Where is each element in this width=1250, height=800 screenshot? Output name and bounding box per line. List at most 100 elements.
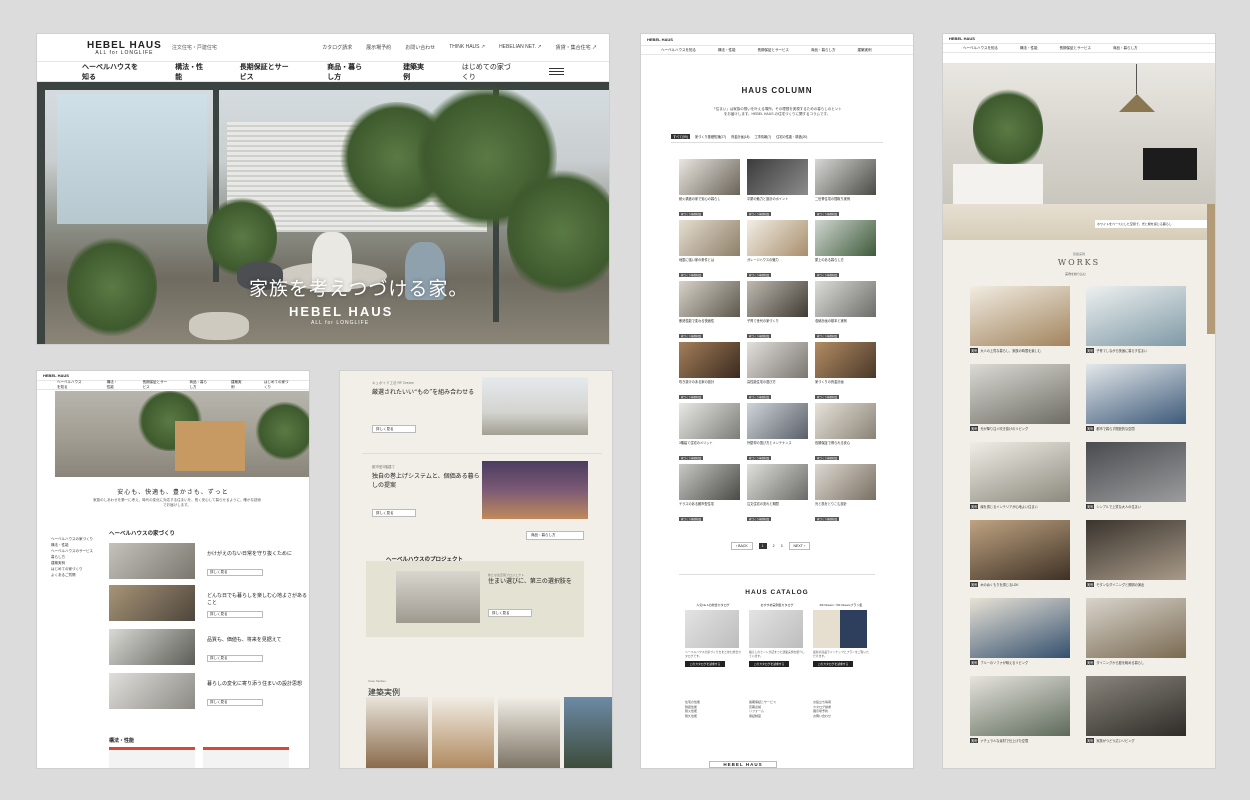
feature-button[interactable]: 詳しく見る bbox=[207, 655, 263, 662]
works-image[interactable] bbox=[432, 697, 494, 768]
side-tab[interactable] bbox=[1207, 204, 1215, 334]
footer-logo[interactable]: HEBEL HAUS bbox=[709, 761, 777, 768]
footer-link[interactable]: お問い合わせ bbox=[813, 714, 873, 719]
catalog-request-button[interactable]: このカタログを請求する bbox=[685, 661, 725, 667]
works-filter[interactable]: 実例を絞り込む bbox=[1065, 272, 1086, 276]
pager-page[interactable]: 1 bbox=[758, 543, 767, 549]
works-card[interactable]: 実例 ナチュラルな素材で仕上げた空間 bbox=[970, 676, 1070, 752]
nav-item[interactable]: ヘーベルハウスを知る bbox=[57, 380, 85, 390]
pager-back[interactable]: ‹ BACK bbox=[731, 542, 753, 550]
utility-link[interactable]: カタログ請求 bbox=[322, 44, 352, 51]
column-card[interactable]: 収納計画の基本と実例 家づくり基礎知識 bbox=[815, 281, 876, 338]
pager-next[interactable]: NEXT › bbox=[788, 542, 810, 550]
works-card[interactable]: 実例 ブルーのソファが映えるリビング bbox=[970, 598, 1070, 674]
nav-item[interactable]: 商品・暮らし方 bbox=[811, 48, 836, 53]
catalog-request-button[interactable]: このカタログを請求する bbox=[749, 661, 789, 667]
product-block: 都市型3階建て 独自の巻上げシステムと、個価ある暮らしの提案 詳しく見る bbox=[362, 455, 602, 527]
mini-logo[interactable]: HEBEL HAUS bbox=[949, 36, 975, 41]
works-card[interactable]: 実例 ダイニングから庭を眺める暮らし bbox=[1086, 598, 1186, 674]
nav-item[interactable]: 長期保証とサービス bbox=[240, 62, 291, 82]
column-card[interactable]: 屋上のある暮らし方 家づくり基礎知識 bbox=[815, 220, 876, 277]
tab-item[interactable]: 工事情報(7) bbox=[754, 134, 771, 139]
feature-card[interactable]: かけがえのない日常を守り抜くために 詳しく見る bbox=[109, 543, 309, 579]
column-card[interactable]: 高性能住宅の選び方 家づくり基礎知識 bbox=[747, 342, 808, 399]
nav-item[interactable]: ヘーベルハウスを知る bbox=[82, 62, 139, 82]
nav-item[interactable]: 構法・性能 bbox=[175, 62, 204, 82]
column-card[interactable]: 耐火構造の家で安心の暮らし 家づくり基礎知識 bbox=[679, 159, 740, 216]
column-card[interactable]: 断熱性能で変わる快適性 家づくり基礎知識 bbox=[679, 281, 740, 338]
works-image[interactable] bbox=[366, 697, 428, 768]
nav-item[interactable]: 建築実例 bbox=[858, 48, 872, 53]
feature-button[interactable]: 詳しく見る bbox=[207, 699, 263, 706]
catalog-request-button[interactable]: このカタログを請求する bbox=[813, 661, 853, 667]
column-card[interactable]: 平屋の魅力と設計のポイント 家づくり基礎知識 bbox=[747, 159, 808, 216]
column-card[interactable]: 長期保証で得られる安心 家づくり基礎知識 bbox=[815, 403, 876, 460]
nav-item[interactable]: 長期保証とサービス bbox=[758, 48, 790, 53]
works-card[interactable]: 実例 家族がつどう広いリビング bbox=[1086, 676, 1186, 752]
column-card[interactable]: 二世帯住宅の間取り実例 家づくり基礎知識 bbox=[815, 159, 876, 216]
works-card[interactable]: 実例 木のぬくもりを感じるLDK bbox=[970, 520, 1070, 596]
nav-item[interactable]: 長期保証とサービス bbox=[1060, 46, 1092, 51]
feature-button[interactable]: 詳しく見る bbox=[207, 611, 263, 618]
nav-item[interactable]: 長期保証とサービス bbox=[143, 380, 168, 390]
utility-link[interactable]: HEBELIAN NET. ↗ bbox=[499, 44, 542, 51]
nav-item[interactable]: 商品・暮らし方 bbox=[327, 62, 367, 82]
column-card[interactable]: 地震に強い家の条件とは 家づくり基礎知識 bbox=[679, 220, 740, 277]
products-more-button[interactable]: 商品・暮らし方 bbox=[526, 531, 584, 540]
column-card[interactable]: 吹き抜けのある家の設計 家づくり基礎知識 bbox=[679, 342, 740, 399]
works-card[interactable]: 実例 子育てしながら快適に暮らす住まい bbox=[1086, 286, 1186, 362]
nav-item[interactable]: 構法・性能 bbox=[107, 380, 121, 390]
works-image[interactable] bbox=[564, 697, 612, 768]
nav-item[interactable]: 建築実例 bbox=[403, 62, 426, 82]
works-card[interactable]: 実例 光が降り注ぐ吹き抜けのリビング bbox=[970, 364, 1070, 440]
feature-card[interactable]: どんな日でも暮らしを楽しむ心地よさがあること 詳しく見る bbox=[109, 585, 309, 621]
nav-item[interactable]: 商品・暮らし方 bbox=[1113, 46, 1138, 51]
tab-item[interactable]: 資金計画(18) bbox=[731, 134, 749, 139]
utility-link[interactable]: 賃貸・集合住宅 ↗ bbox=[556, 44, 597, 51]
pager-page[interactable]: 2 bbox=[773, 544, 775, 548]
column-card[interactable]: 子育て世代の家づくり 家づくり基礎知識 bbox=[747, 281, 808, 338]
column-card[interactable]: 外壁材の選び方とメンテナンス 家づくり基礎知識 bbox=[747, 403, 808, 460]
works-image[interactable] bbox=[498, 697, 560, 768]
works-card[interactable]: 実例 シンプルで上質な大人の住まい bbox=[1086, 442, 1186, 518]
works-card[interactable]: 実例 都市で暮らす開放的な空間 bbox=[1086, 364, 1186, 440]
tab-all[interactable]: すべて(99) bbox=[671, 134, 690, 139]
footer-link[interactable]: 耐久性能 bbox=[685, 714, 745, 719]
nav-item[interactable]: ヘーベルハウスを知る bbox=[661, 48, 696, 53]
nav-item[interactable]: 構法・性能 bbox=[718, 48, 736, 53]
product-button[interactable]: 詳しく見る bbox=[372, 425, 416, 433]
utility-link[interactable]: 展示場予約 bbox=[366, 44, 391, 51]
column-card[interactable]: テラスのある都市型住宅 家づくり基礎知識 bbox=[679, 464, 740, 521]
side-link[interactable]: よくあるご質問 bbox=[51, 572, 101, 578]
nav-item[interactable]: はじめての家づくり bbox=[462, 62, 513, 82]
feature-image bbox=[109, 585, 195, 621]
nav-item[interactable]: 商品・暮らし方 bbox=[190, 380, 209, 390]
feature-card[interactable]: 暮らしの変化に寄り添う住まいの設計思想 詳しく見る bbox=[109, 673, 309, 709]
column-card[interactable]: ガレージハウスの魅力 家づくり基礎知識 bbox=[747, 220, 808, 277]
column-card[interactable]: 家づくりの資金計画 家づくり基礎知識 bbox=[815, 342, 876, 399]
utility-link[interactable]: THINK HAUS ↗ bbox=[449, 44, 485, 51]
tab-item[interactable]: 家づくり基礎知識(27) bbox=[695, 134, 726, 139]
footer-link[interactable]: 保証制度 bbox=[749, 714, 809, 719]
menu-icon[interactable] bbox=[549, 68, 564, 75]
works-card[interactable]: 実例 モダンなダイニングと照明の演出 bbox=[1086, 520, 1186, 596]
works-card[interactable]: 実例 緑を感じるインテリアが心地よい住まい bbox=[970, 442, 1070, 518]
tab-item[interactable]: 住宅の性能・構造(20) bbox=[776, 134, 807, 139]
product-button[interactable]: 詳しく見る bbox=[372, 509, 416, 517]
column-card[interactable]: 注文住宅の流れと期間 家づくり基礎知識 bbox=[747, 464, 808, 521]
nav-item[interactable]: 構法・性能 bbox=[1020, 46, 1038, 51]
pager-page[interactable]: 3 bbox=[781, 544, 783, 548]
mini-logo[interactable]: HEBEL HAUS bbox=[647, 37, 673, 42]
works-card[interactable]: 実例 大人の上質な暮らし、家族の時間を楽しむ bbox=[970, 286, 1070, 362]
project-button[interactable]: 詳しく見る bbox=[488, 609, 532, 617]
column-card[interactable]: 光と風をとりこむ設計 家づくり基礎知識 bbox=[815, 464, 876, 521]
column-card[interactable]: 3階建て住宅のメリット 家づくり基礎知識 bbox=[679, 403, 740, 460]
feature-button[interactable]: 詳しく見る bbox=[207, 569, 263, 576]
site-logo[interactable]: HEBEL HAUS ALL for LONGLIFE bbox=[87, 40, 162, 56]
nav-item[interactable]: ヘーベルハウスを知る bbox=[963, 46, 998, 51]
feature-card[interactable]: 品質も、価値も、将来を見据えて 詳しく見る bbox=[109, 629, 309, 665]
nav-item[interactable]: 建築実例 bbox=[231, 380, 242, 390]
nav-item[interactable]: はじめての家づくり bbox=[264, 380, 289, 390]
mini-logo[interactable]: HEBEL HAUS bbox=[43, 373, 69, 378]
utility-link[interactable]: お問い合わせ bbox=[405, 44, 435, 51]
